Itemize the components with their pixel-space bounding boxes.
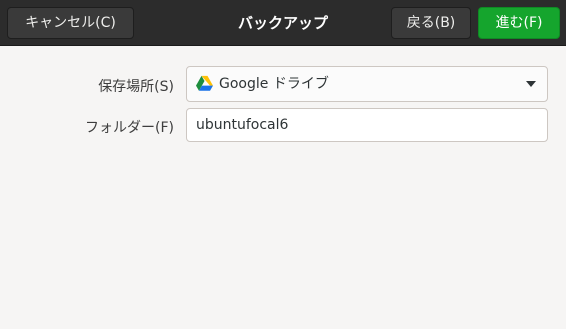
folder-input[interactable] [186, 108, 548, 142]
storage-location-combo[interactable]: Google ドライブ [186, 66, 548, 102]
back-button[interactable]: 戻る(B) [391, 7, 471, 39]
dropdown-arrow-icon [526, 81, 536, 87]
dialog-title: バックアップ [237, 14, 328, 32]
folder-label: フォルダー(F) [85, 120, 174, 136]
storage-location-value: Google ドライブ [219, 76, 329, 92]
header-bar: キャンセル(C) バックアップ 戻る(B) 進む(F) [0, 0, 566, 46]
backup-dialog: キャンセル(C) バックアップ 戻る(B) 進む(F) 保存場所(S) Goog… [0, 0, 566, 329]
cancel-button[interactable]: キャンセル(C) [7, 7, 134, 39]
forward-button[interactable]: 進む(F) [478, 7, 560, 39]
google-drive-icon [196, 75, 213, 91]
storage-location-label: 保存場所(S) [98, 79, 174, 95]
